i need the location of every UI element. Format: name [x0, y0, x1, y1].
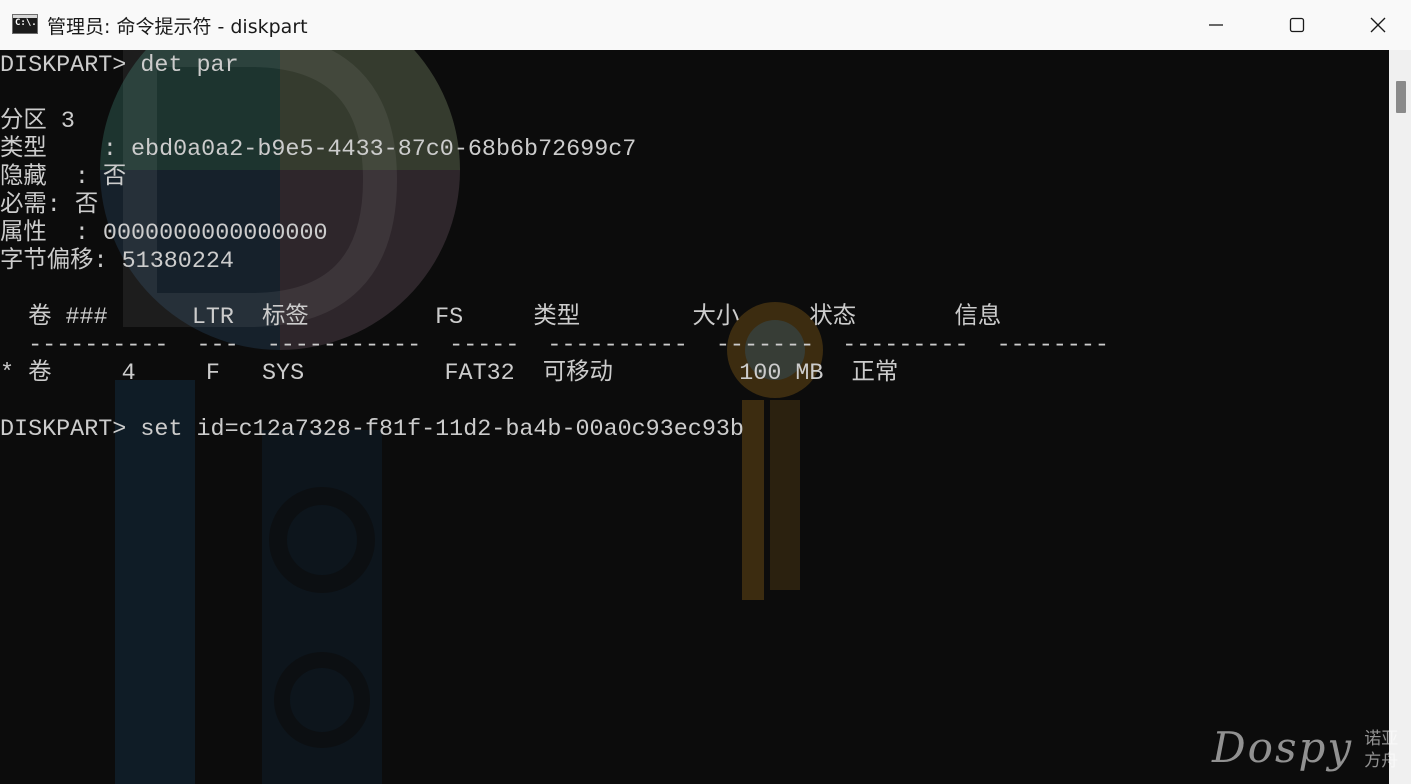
close-button[interactable] — [1338, 0, 1411, 50]
console-line-type: 类型 : ebd0a0a2-b9e5-4433-87c0-68b6b72699c… — [0, 137, 637, 163]
site-logo-subtitle: 诺亚 方舟 — [1364, 728, 1398, 772]
console-line-attributes: 属性 : 0000000000000000 — [0, 221, 328, 247]
site-watermark-logo: Dospy 诺亚 方舟 — [1212, 722, 1398, 774]
command-prompt-icon: C:\. — [12, 14, 38, 34]
console-line-partition: 分区 3 — [0, 109, 75, 135]
scrollbar-thumb[interactable] — [1396, 81, 1406, 113]
close-icon — [1370, 17, 1386, 33]
console-text: DISKPART> det par 分区 3 类型 : ebd0a0a2-b9e… — [0, 50, 1389, 444]
site-logo-subtitle-line2: 方舟 — [1364, 751, 1399, 771]
site-logo-word: Dospy — [1212, 723, 1354, 772]
console-line-prompt-det-par: DISKPART> det par — [0, 53, 239, 79]
console-line-hidden: 隐藏 : 否 — [0, 165, 127, 191]
vertical-scrollbar[interactable] — [1389, 50, 1411, 784]
minimize-button[interactable] — [1176, 0, 1256, 50]
console-line-offset: 字节偏移: 51380224 — [0, 249, 234, 275]
title-bar[interactable]: C:\. 管理员: 命令提示符 - diskpart — [0, 0, 1411, 50]
minimize-icon — [1209, 24, 1223, 26]
maximize-button[interactable] — [1257, 0, 1337, 50]
site-logo-subtitle-line1: 诺亚 — [1364, 729, 1399, 749]
window-title: 管理员: 命令提示符 - diskpart — [47, 16, 308, 38]
volume-table-row: * 卷 4 F SYS FAT32 可移动 100 MB 正常 — [0, 361, 899, 387]
console-window: C:\. 管理员: 命令提示符 - diskpart DISKPART> det… — [0, 0, 1411, 784]
console-line-prompt-set-id: DISKPART> set id=c12a7328-f81f-11d2-ba4b… — [0, 417, 744, 443]
console-output-area[interactable]: DISKPART> det par 分区 3 类型 : ebd0a0a2-b9e… — [0, 50, 1389, 784]
volume-table-separator: ---------- --- ----------- ----- -------… — [0, 333, 1109, 359]
volume-table-header: 卷 ### LTR 标签 FS 类型 大小 状态 信息 — [0, 305, 1002, 331]
maximize-icon — [1289, 17, 1305, 33]
console-line-required: 必需: 否 — [0, 193, 99, 219]
